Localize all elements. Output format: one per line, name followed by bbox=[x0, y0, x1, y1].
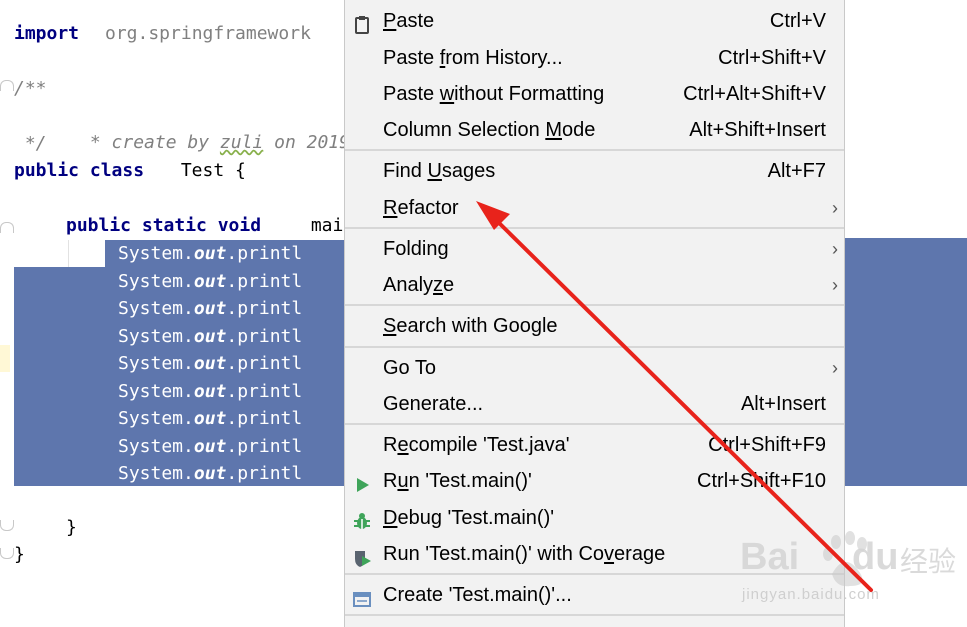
menu-item-shortcut: Alt+Insert bbox=[740, 393, 826, 415]
menu-item-label: Debug 'Test.main()' bbox=[383, 507, 555, 529]
println-out: out bbox=[193, 463, 227, 484]
menu-item-label: Find Usages bbox=[383, 160, 496, 182]
println-out: out bbox=[193, 325, 227, 347]
baidu-watermark: Bai du 经验 jingyan.baidu.com bbox=[740, 530, 960, 610]
println-out: out bbox=[193, 243, 227, 264]
menu-item-go-to[interactable]: Go To › bbox=[345, 350, 844, 386]
menu-item-label: Analyze bbox=[383, 274, 455, 296]
watermark-logo-text: Bai bbox=[740, 536, 800, 578]
menu-item-shortcut: Ctrl+Alt+Shift+V bbox=[683, 83, 826, 105]
println-suffix: .printl bbox=[226, 353, 303, 374]
class-name: Test { bbox=[170, 160, 246, 181]
menu-item-run-test-main[interactable]: Run 'Test.main()' Ctrl+Shift+F10 bbox=[345, 463, 844, 499]
chevron-right-icon: › bbox=[832, 275, 838, 295]
menu-item-generate[interactable]: Generate... Alt+Insert bbox=[345, 386, 844, 422]
println-suffix: .printl bbox=[226, 380, 303, 402]
comment-open: /** bbox=[14, 78, 47, 99]
menu-item-shortcut: Alt+Shift+Insert bbox=[689, 119, 826, 141]
menu-item-column-selection-mode[interactable]: Column Selection Mode Alt+Shift+Insert bbox=[345, 112, 844, 148]
close-brace: } bbox=[14, 544, 25, 565]
coverage-icon bbox=[352, 544, 372, 567]
menu-item-shortcut: Ctrl+V bbox=[769, 10, 826, 32]
println-suffix: .printl bbox=[226, 408, 303, 429]
menu-item-label: Column Selection Mode bbox=[383, 119, 596, 141]
println-prefix: System. bbox=[118, 380, 194, 402]
menu-separator bbox=[345, 346, 844, 348]
menu-item-label: Folding bbox=[383, 238, 449, 260]
println-suffix: .printl bbox=[226, 435, 303, 457]
import-keyword: import bbox=[14, 23, 80, 44]
println-suffix: .printl bbox=[226, 298, 303, 319]
menu-item-label: Create 'Test.main()'... bbox=[383, 584, 572, 606]
menu-item-label: Go To bbox=[383, 357, 436, 379]
println-prefix: System. bbox=[118, 243, 194, 264]
menu-item-label: Refactor bbox=[383, 197, 459, 219]
menu-item-paste-from-history[interactable]: Paste from History... Ctrl+Shift+V bbox=[345, 40, 844, 76]
menu-item-label: Generate... bbox=[383, 393, 484, 415]
println-out: out bbox=[193, 435, 227, 457]
menu-item-label: Paste from History... bbox=[383, 47, 563, 69]
println-prefix: System. bbox=[118, 325, 194, 347]
menu-item-shortcut: Ctrl+Shift+F9 bbox=[708, 434, 826, 456]
println-prefix: System. bbox=[118, 408, 194, 429]
println-prefix: System. bbox=[118, 435, 194, 457]
println-suffix: .printl bbox=[226, 463, 303, 484]
menu-item-label: Search with Google bbox=[383, 315, 558, 337]
menu-separator bbox=[345, 614, 844, 616]
comment-close: */ bbox=[14, 133, 47, 154]
menu-separator bbox=[345, 423, 844, 425]
chevron-right-icon: › bbox=[832, 198, 838, 218]
println-suffix: .printl bbox=[226, 243, 303, 264]
println-suffix: .printl bbox=[226, 325, 303, 347]
menu-item-find-usages[interactable]: Find Usages Alt+F7 bbox=[345, 153, 844, 189]
println-out: out bbox=[193, 353, 227, 374]
menu-item-label: Paste bbox=[383, 10, 435, 32]
menu-item-label: Paste without Formatting bbox=[383, 83, 605, 105]
chevron-right-icon: › bbox=[832, 358, 838, 378]
println-prefix: System. bbox=[118, 463, 194, 484]
menu-item-search-with-google[interactable]: Search with Google bbox=[345, 308, 844, 344]
println-out: out bbox=[193, 408, 227, 429]
import-path: org.springframework bbox=[105, 23, 311, 44]
menu-separator bbox=[345, 304, 844, 306]
watermark-url: jingyan.baidu.com bbox=[742, 586, 880, 603]
menu-item-analyze[interactable]: Analyze › bbox=[345, 267, 844, 303]
menu-item-paste-without-formatting[interactable]: Paste without Formatting Ctrl+Alt+Shift+V bbox=[345, 76, 844, 112]
println-prefix: System. bbox=[118, 298, 194, 319]
menu-item-shortcut: Alt+F7 bbox=[767, 160, 826, 182]
fold-marker[interactable] bbox=[0, 548, 14, 559]
menu-item-refactor[interactable]: Refactor › bbox=[345, 190, 844, 226]
method-keywords: public static void bbox=[66, 215, 262, 236]
menu-item-folding[interactable]: Folding › bbox=[345, 231, 844, 267]
println-suffix: .printl bbox=[226, 270, 303, 292]
debug-icon bbox=[352, 508, 372, 529]
clipboard-icon bbox=[352, 11, 372, 34]
close-brace: } bbox=[66, 517, 77, 538]
menu-item-shortcut: Ctrl+Shift+V bbox=[718, 47, 826, 69]
println-out: out bbox=[193, 270, 227, 292]
menu-item-label: Recompile 'Test.java' bbox=[383, 434, 570, 456]
println-out: out bbox=[193, 380, 227, 402]
chevron-right-icon: › bbox=[832, 239, 838, 259]
create-config-icon bbox=[352, 585, 372, 607]
method-name: mai bbox=[300, 215, 344, 236]
watermark-logo-text2: du bbox=[852, 536, 899, 578]
println-prefix: System. bbox=[118, 270, 194, 292]
menu-item-label: Run 'Test.main()' with Coverage bbox=[383, 543, 666, 565]
menu-item-shortcut: Ctrl+Shift+F10 bbox=[697, 470, 826, 492]
menu-item-label: Run 'Test.main()' bbox=[383, 470, 532, 492]
menu-separator bbox=[345, 227, 844, 229]
fold-marker[interactable] bbox=[0, 520, 14, 531]
println-out: out bbox=[193, 298, 227, 319]
watermark-cn-text: 经验 bbox=[900, 545, 957, 578]
menu-item-paste[interactable]: Paste Ctrl+V bbox=[345, 3, 844, 39]
class-keyword: public class bbox=[14, 160, 145, 181]
println-prefix: System. bbox=[118, 353, 194, 374]
menu-separator bbox=[345, 149, 844, 151]
menu-item-recompile-test-java[interactable]: Recompile 'Test.java' Ctrl+Shift+F9 bbox=[345, 427, 844, 463]
run-icon bbox=[352, 471, 372, 492]
